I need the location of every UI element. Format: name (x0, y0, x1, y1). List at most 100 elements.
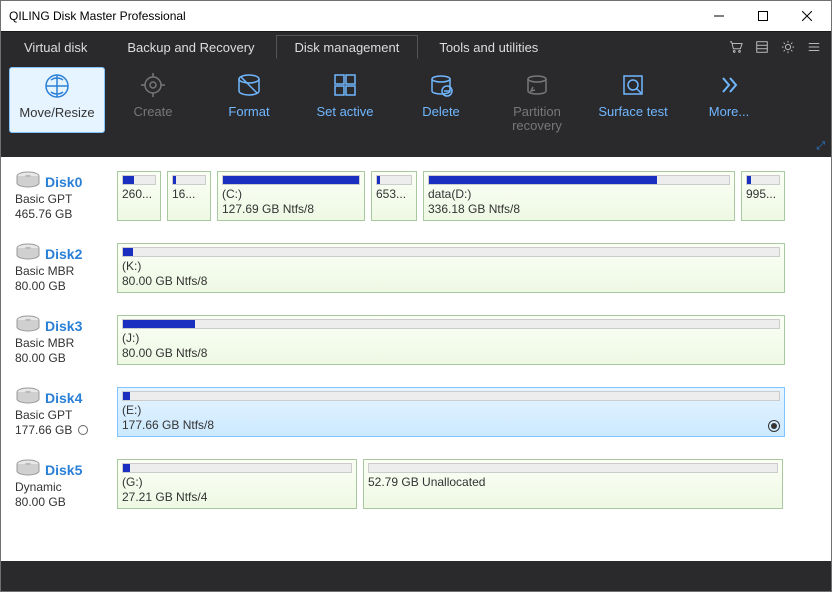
disk-icon (15, 315, 41, 336)
usage-bar (746, 175, 780, 185)
disk-list: Disk0Basic GPT465.76 GB260...16...(C:)12… (1, 157, 831, 561)
move-resize-icon (43, 72, 71, 100)
list-icon[interactable] (749, 35, 775, 59)
corner-expand-icon[interactable]: ⤢ (816, 140, 825, 153)
delete-icon (427, 71, 455, 99)
surface-test-button[interactable]: Surface test (585, 67, 681, 119)
partition[interactable]: (E:)177.66 GB Ntfs/8 (117, 387, 785, 437)
partition[interactable]: 260... (117, 171, 161, 221)
disk-radio[interactable] (78, 425, 88, 435)
disk-size: 177.66 GB (15, 423, 111, 437)
partition[interactable]: 653... (371, 171, 417, 221)
usage-bar (122, 247, 780, 257)
disk-row[interactable]: Disk2 Basic MBR80.00 GB (K:)80.00 GB Ntfs/… (15, 243, 819, 293)
menu-icon[interactable] (801, 35, 827, 59)
disk-type: Basic GPT (15, 408, 111, 423)
more-button[interactable]: More... (681, 67, 777, 119)
selected-radio[interactable] (768, 420, 780, 432)
window-title: QILING Disk Master Professional (9, 9, 697, 23)
disk-size: 80.00 GB (15, 495, 111, 509)
usage-bar (428, 175, 730, 185)
disk-row[interactable]: Disk0 Basic GPT465.76 GB 260... 16... (C:)12… (15, 171, 819, 221)
disk-type: Basic GPT (15, 192, 111, 207)
tab-backup[interactable]: Backup and Recovery (108, 35, 273, 59)
disk-type: Basic MBR (15, 336, 111, 351)
title-bar: QILING Disk Master Professional (1, 1, 831, 31)
usage-bar (122, 319, 780, 329)
usage-bar (122, 463, 352, 473)
disk-type: Basic MBR (15, 264, 111, 279)
partition-recovery-icon (523, 71, 551, 99)
partition-size: 52.79 GB Unallocated (368, 475, 778, 490)
move-resize-button[interactable]: Move/Resize (9, 67, 105, 133)
usage-bar (122, 175, 156, 185)
maximize-button[interactable] (741, 2, 785, 30)
status-bar (1, 561, 831, 591)
disk-icon (15, 243, 41, 264)
disk-row[interactable]: Disk4 Basic GPT177.66 GB (E:)177.66 GB Ntf… (15, 387, 819, 437)
partition-label: (G:) (122, 475, 352, 490)
app-window: QILING Disk Master Professional Virtual … (0, 0, 832, 592)
format-icon (235, 71, 263, 99)
partition[interactable]: (C:)127.69 GB Ntfs/8 (217, 171, 365, 221)
disk-name: Disk2 (45, 246, 82, 262)
disk-size: 80.00 GB (15, 279, 111, 293)
disk-size: 465.76 GB (15, 207, 111, 221)
delete-button[interactable]: Delete (393, 67, 489, 119)
partition-size: 653... (376, 187, 412, 202)
cart-icon[interactable] (723, 35, 749, 59)
partition-label: (E:) (122, 403, 780, 418)
partition[interactable]: (K:)80.00 GB Ntfs/8 (117, 243, 785, 293)
disk-icon (15, 171, 41, 192)
disk-name: Disk0 (45, 174, 82, 190)
partition[interactable]: 16... (167, 171, 211, 221)
main-tabs: Virtual disk Backup and Recovery Disk ma… (1, 31, 831, 59)
partition-size: 336.18 GB Ntfs/8 (428, 202, 730, 217)
partition-recovery-button: Partition recovery (489, 67, 585, 133)
disk-icon (15, 387, 41, 408)
toolbar: Move/Resize Create Format Set active Del… (1, 59, 831, 157)
surface-test-icon (619, 71, 647, 99)
partition[interactable]: (G:)27.21 GB Ntfs/4 (117, 459, 357, 509)
partition-size: 80.00 GB Ntfs/8 (122, 346, 780, 361)
disk-name: Disk5 (45, 462, 82, 478)
disk-row[interactable]: Disk5 Dynamic80.00 GB (G:)27.21 GB Ntfs/4 5… (15, 459, 819, 509)
partition-size: 995... (746, 187, 780, 202)
usage-bar (376, 175, 412, 185)
disk-name: Disk3 (45, 318, 82, 334)
partition-label: (K:) (122, 259, 780, 274)
gear-icon[interactable] (775, 35, 801, 59)
disk-type: Dynamic (15, 480, 111, 495)
usage-bar (122, 391, 780, 401)
close-button[interactable] (785, 2, 829, 30)
partition-label: data(D:) (428, 187, 730, 202)
disk-size: 80.00 GB (15, 351, 111, 365)
partition-size: 16... (172, 187, 206, 202)
partition-label: (J:) (122, 331, 780, 346)
partition[interactable]: 995... (741, 171, 785, 221)
partition-size: 177.66 GB Ntfs/8 (122, 418, 780, 433)
disk-icon (15, 459, 41, 480)
minimize-button[interactable] (697, 2, 741, 30)
tab-disk-management[interactable]: Disk management (276, 35, 419, 59)
partition[interactable]: (J:)80.00 GB Ntfs/8 (117, 315, 785, 365)
usage-bar (172, 175, 206, 185)
set-active-icon (331, 71, 359, 99)
create-button: Create (105, 67, 201, 119)
set-active-button[interactable]: Set active (297, 67, 393, 119)
partition-label: (C:) (222, 187, 360, 202)
partition-size: 127.69 GB Ntfs/8 (222, 202, 360, 217)
partition[interactable]: 52.79 GB Unallocated (363, 459, 783, 509)
usage-bar (368, 463, 778, 473)
disk-row[interactable]: Disk3 Basic MBR80.00 GB (J:)80.00 GB Ntfs/… (15, 315, 819, 365)
disk-name: Disk4 (45, 390, 82, 406)
tab-virtual-disk[interactable]: Virtual disk (5, 35, 106, 59)
more-icon (715, 71, 743, 99)
partition-size: 80.00 GB Ntfs/8 (122, 274, 780, 289)
usage-bar (222, 175, 360, 185)
partition[interactable]: data(D:)336.18 GB Ntfs/8 (423, 171, 735, 221)
tab-tools[interactable]: Tools and utilities (420, 35, 557, 59)
format-button[interactable]: Format (201, 67, 297, 119)
partition-size: 260... (122, 187, 156, 202)
create-icon (139, 71, 167, 99)
